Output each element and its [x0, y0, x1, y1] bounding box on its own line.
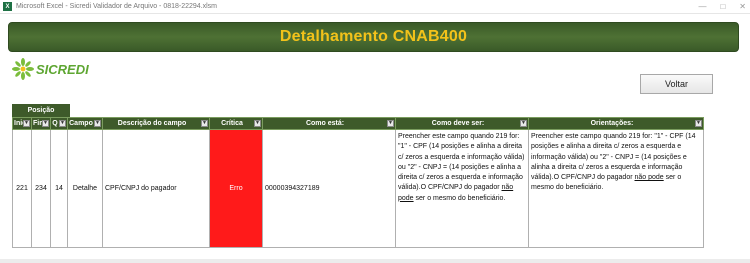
logo-text: SICREDI [36, 61, 89, 77]
cell-critica[interactable]: Erro [209, 129, 263, 248]
filter-dropdown-icon[interactable]: ▼ [387, 120, 394, 127]
como-deve-ser-text-end: ser o mesmo do beneficiário. [413, 194, 506, 202]
col-header-como-deve-ser: Como deve ser: ▼ [395, 117, 529, 130]
col-header-inic: Inic ▼ [12, 117, 32, 130]
col-header-orientacoes: Orientações: ▼ [528, 117, 704, 130]
table-row: 221 234 14 Detalhe CPF/CNPJ do pagador E… [12, 129, 704, 248]
header-row: Inic ▼ Fim ▼ Q ▼ Campo ▼ Descrição do campo ▼… [12, 117, 704, 130]
cell-como-deve-ser[interactable]: Preencher este campo quando 219 for: "1"… [395, 129, 529, 248]
close-icon[interactable]: ✕ [739, 2, 746, 11]
col-header-como-esta: Como está: ▼ [262, 117, 396, 130]
excel-icon: X [3, 2, 12, 11]
cell-orientacoes[interactable]: Preencher este campo quando 219 for: "1"… [528, 129, 704, 248]
como-deve-ser-text: Preencher este campo quando 219 for: "1"… [398, 133, 525, 192]
sicredi-logo: SICREDI [12, 58, 89, 80]
cell-como-esta[interactable]: 00000394327189 [262, 129, 396, 248]
filter-dropdown-icon[interactable]: ▼ [94, 120, 101, 127]
filter-dropdown-icon[interactable]: ▼ [695, 120, 702, 127]
title-banner: Detalhamento CNAB400 [8, 22, 739, 52]
maximize-icon[interactable]: □ [720, 2, 725, 11]
cell-campo[interactable]: Detalhe [67, 129, 103, 248]
sicredi-logo-icon [12, 58, 34, 80]
orientacoes-underline: não pode [634, 174, 664, 182]
cell-descricao[interactable]: CPF/CNPJ do pagador [102, 129, 210, 248]
window-titlebar: X Microsoft Excel - Sicredi Validador de… [0, 0, 750, 14]
filter-dropdown-icon[interactable]: ▼ [520, 120, 527, 127]
page-title: Detalhamento CNAB400 [279, 28, 468, 45]
sheet-bottom-edge [0, 259, 750, 263]
filter-dropdown-icon[interactable]: ▼ [42, 120, 49, 127]
minimize-icon[interactable]: — [698, 2, 706, 11]
col-header-q: Q ▼ [50, 117, 68, 130]
col-header-descricao: Descrição do campo ▼ [102, 117, 210, 130]
voltar-button[interactable]: Voltar [640, 74, 713, 94]
window-controls: — □ ✕ [698, 2, 746, 11]
cell-q[interactable]: 14 [50, 129, 68, 248]
filter-dropdown-icon[interactable]: ▼ [23, 120, 30, 127]
col-header-campo: Campo ▼ [67, 117, 103, 130]
cell-fim[interactable]: 234 [31, 129, 51, 248]
filter-active-icon[interactable]: ▼ [254, 120, 261, 127]
filter-dropdown-icon[interactable]: ▼ [59, 120, 66, 127]
window-title: Microsoft Excel - Sicredi Validador de A… [16, 3, 218, 10]
col-header-critica: Crítica ▼ [209, 117, 263, 130]
col-header-fim: Fim ▼ [31, 117, 51, 130]
cell-inic[interactable]: 221 [12, 129, 32, 248]
filter-dropdown-icon[interactable]: ▼ [201, 120, 208, 127]
posicao-group-header: Posição [12, 104, 70, 117]
detail-table: Inic ▼ Fim ▼ Q ▼ Campo ▼ Descrição do campo ▼… [12, 117, 704, 248]
